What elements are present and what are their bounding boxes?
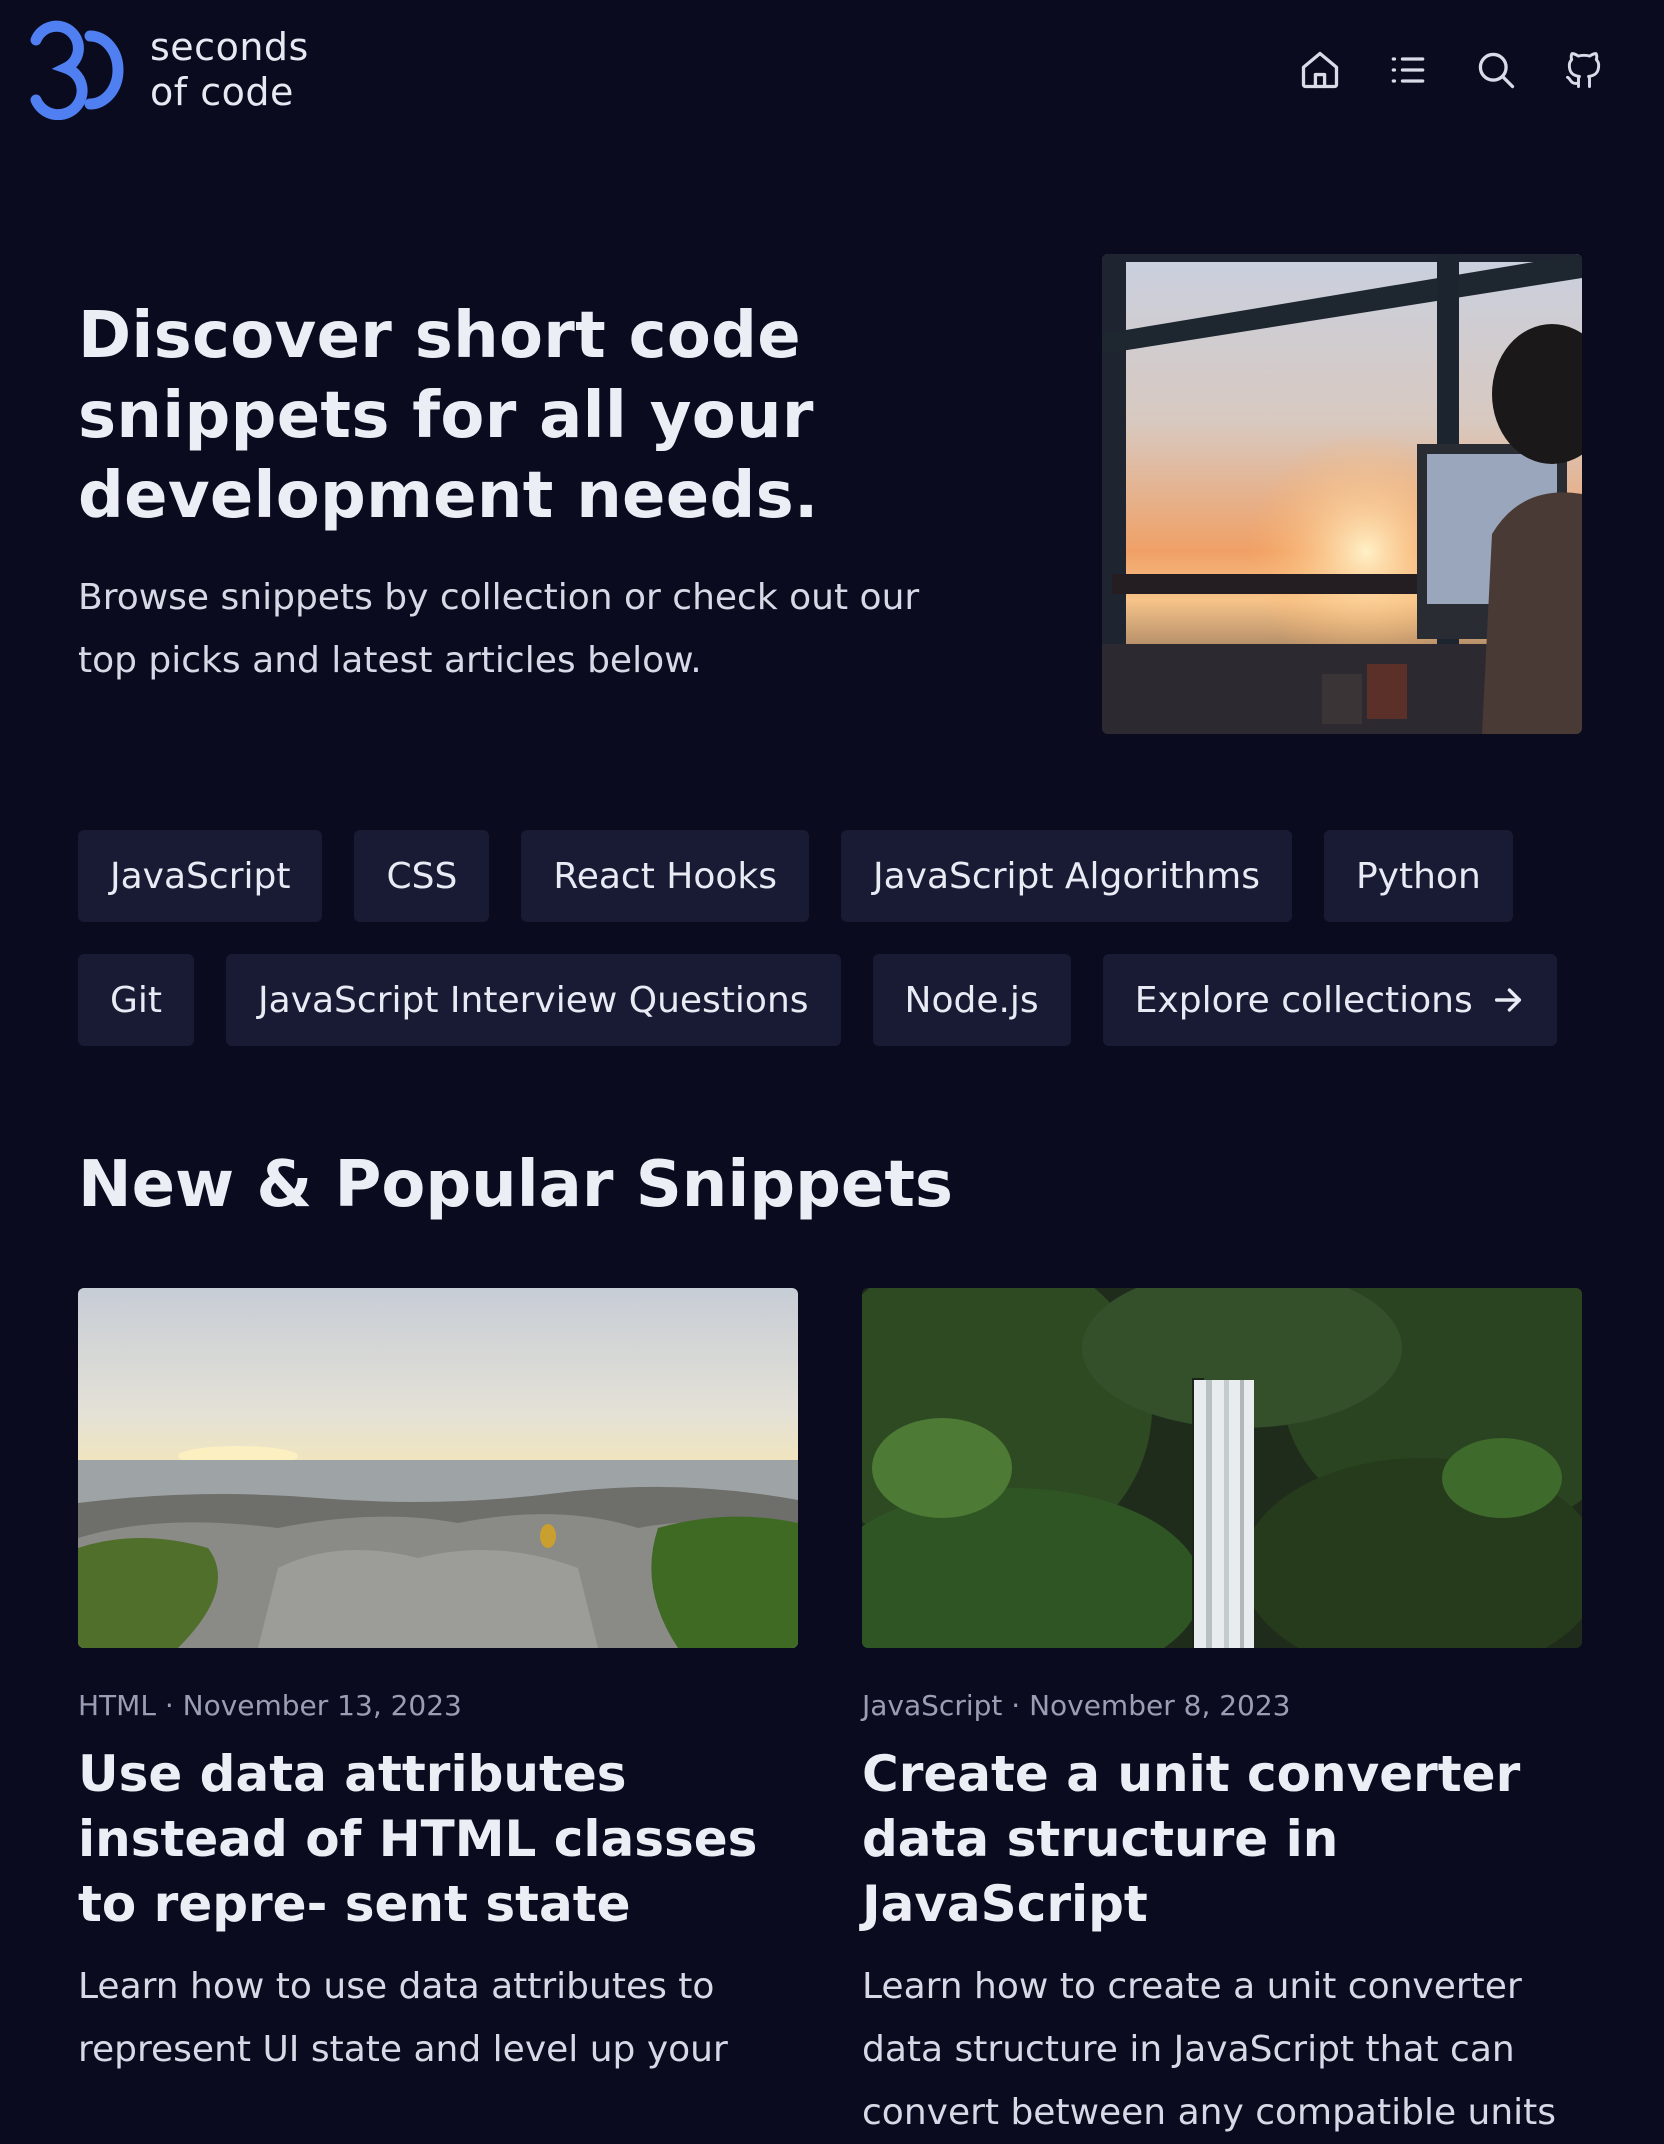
tag-label: CSS <box>386 855 458 897</box>
tag-label: Python <box>1355 855 1481 897</box>
arrow-right-icon <box>1494 988 1521 1012</box>
hero-title: Discover short code snippets for all you… <box>78 299 819 533</box>
logo-30-icon <box>30 20 124 120</box>
search-button[interactable] <box>1452 40 1540 100</box>
site-logo[interactable]: seconds of code <box>28 20 309 120</box>
collections-button[interactable] <box>1364 40 1452 100</box>
github-icon <box>1566 52 1601 88</box>
top-nav <box>1276 40 1628 100</box>
tag-label: Explore collections <box>1134 979 1473 1021</box>
home-button[interactable] <box>1276 40 1364 100</box>
tag-label: Node.js <box>904 979 1039 1021</box>
tag-react-hooks[interactable]: React Hooks <box>521 830 809 922</box>
tag-python[interactable]: Python <box>1323 830 1513 922</box>
card-title[interactable]: Use data attributes instead of HTML clas… <box>78 1742 798 1937</box>
card-image[interactable] <box>78 1288 798 1648</box>
section-title: New & Popular Snippets <box>78 1148 953 1222</box>
search-icon <box>1478 52 1515 89</box>
snippet-card: JavaScript · November 8, 2023 Create a u… <box>862 1288 1582 2144</box>
tag-label: React Hooks <box>553 855 777 897</box>
tag-label: JavaScript Interview Questions <box>258 979 809 1021</box>
card-category: JavaScript <box>862 1689 1003 1722</box>
card-description: Learn how to use data attributes to repr… <box>78 1966 728 2070</box>
logo-line-1: seconds <box>150 25 309 69</box>
tag-label: JavaScript Algorithms <box>873 855 1260 897</box>
logo-line-2: of code <box>150 70 294 114</box>
tag-javascript[interactable]: JavaScript <box>78 830 323 922</box>
tag-label: JavaScript <box>110 855 291 897</box>
card-title[interactable]: Create a unit converter data structure i… <box>862 1742 1582 1937</box>
card-meta: JavaScript · November 8, 2023 <box>862 1689 1291 1722</box>
tag-javascript-algorithms[interactable]: JavaScript Algorithms <box>841 830 1292 922</box>
logo-wordmark: seconds of code <box>150 25 309 115</box>
site-header: seconds of code <box>0 0 1664 140</box>
card-date: November 13, 2023 <box>182 1689 462 1722</box>
list-icon <box>1391 57 1425 83</box>
card-category: HTML <box>78 1689 156 1722</box>
collection-tags: JavaScript CSS React Hooks JavaScript Al… <box>78 830 1608 1046</box>
tag-label: Git <box>110 979 163 1021</box>
card-image[interactable] <box>862 1288 1582 1648</box>
card-meta: HTML · November 13, 2023 <box>78 1689 462 1722</box>
snippet-card: HTML · November 13, 2023 Use data attrib… <box>78 1288 798 2081</box>
tag-css[interactable]: CSS <box>354 830 490 922</box>
explore-collections-button[interactable]: Explore collections <box>1102 954 1557 1046</box>
card-date: November 8, 2023 <box>1029 1689 1291 1722</box>
tag-git[interactable]: Git <box>78 954 195 1046</box>
card-description: Learn how to create a unit converter dat… <box>862 1966 1557 2133</box>
hero-image <box>1102 254 1582 734</box>
home-icon <box>1301 51 1339 89</box>
tag-nodejs[interactable]: Node.js <box>872 954 1071 1046</box>
hero-subtitle: Browse snippets by collection or check o… <box>78 577 920 681</box>
github-button[interactable] <box>1540 40 1628 100</box>
tag-javascript-interview-questions[interactable]: JavaScript Interview Questions <box>226 954 841 1046</box>
